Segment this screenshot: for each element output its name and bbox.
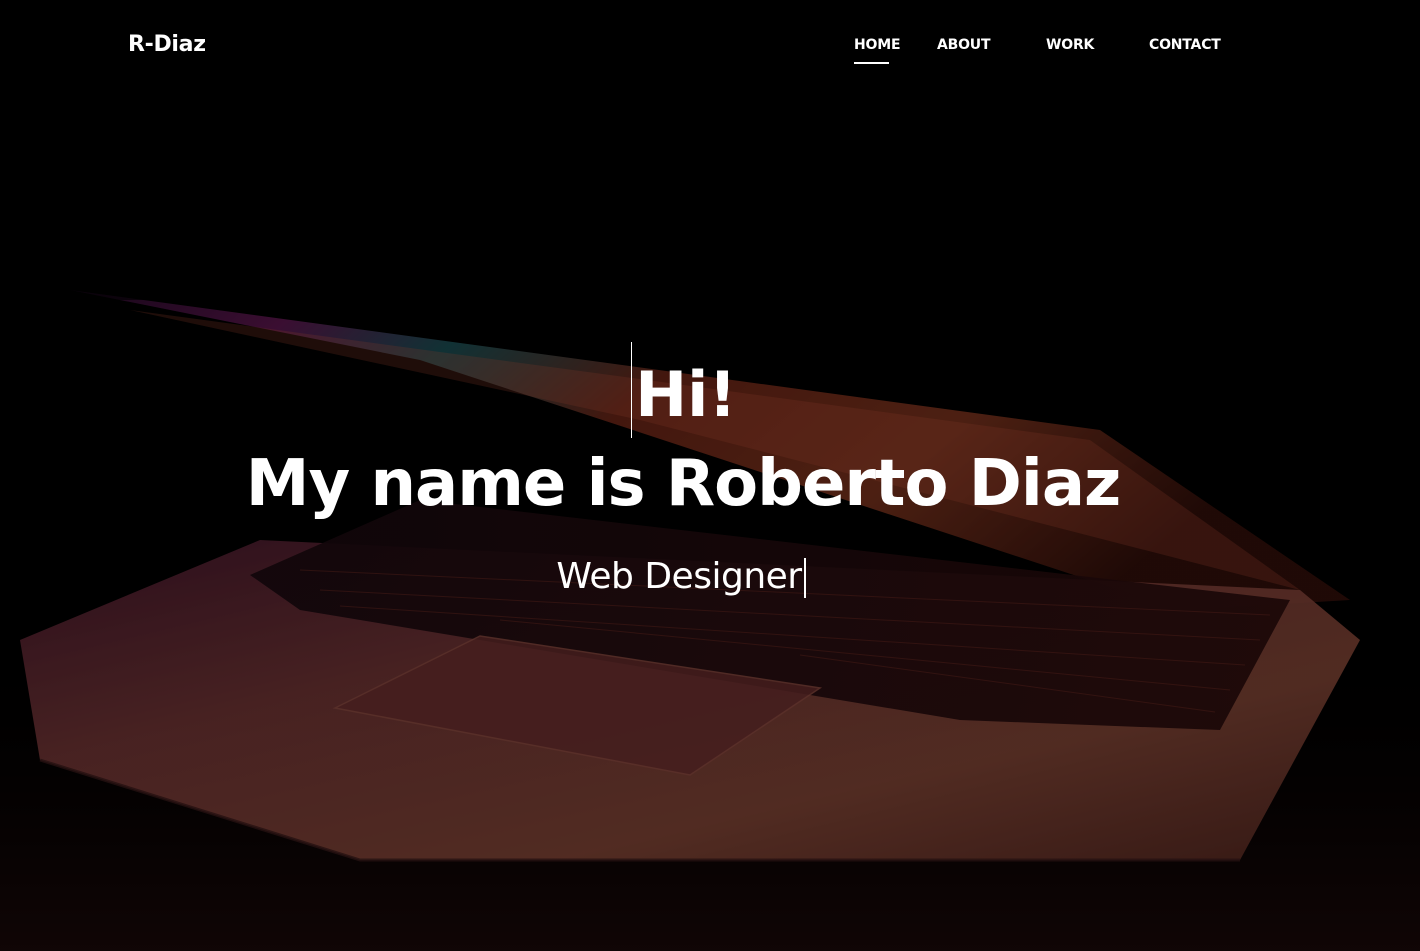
brand-logo-link[interactable]: R-Diaz <box>128 31 206 59</box>
hero-headline: My name is Roberto Diaz <box>245 447 1122 521</box>
nav-active-underline <box>854 62 889 64</box>
navbar: R-Diaz HOME ABOUT WORK CONTACT <box>0 0 1420 90</box>
nav-link-contact[interactable]: CONTACT <box>1149 36 1221 54</box>
hero-greeting-wrap: Hi! <box>0 342 1368 438</box>
nav-link-about[interactable]: ABOUT <box>937 36 991 54</box>
nav-link-home[interactable]: HOME <box>854 36 901 54</box>
typing-cursor <box>803 558 806 598</box>
nav-link-work[interactable]: WORK <box>1046 36 1094 54</box>
typing-cursor <box>631 342 633 438</box>
hero-greeting: Hi! <box>635 358 737 431</box>
hero-role: Web Designer <box>556 556 802 597</box>
page: R-Diaz HOME ABOUT WORK CONTACT Hi! My na… <box>0 0 1420 951</box>
hero-role-wrap: Web Designer <box>0 554 1362 600</box>
